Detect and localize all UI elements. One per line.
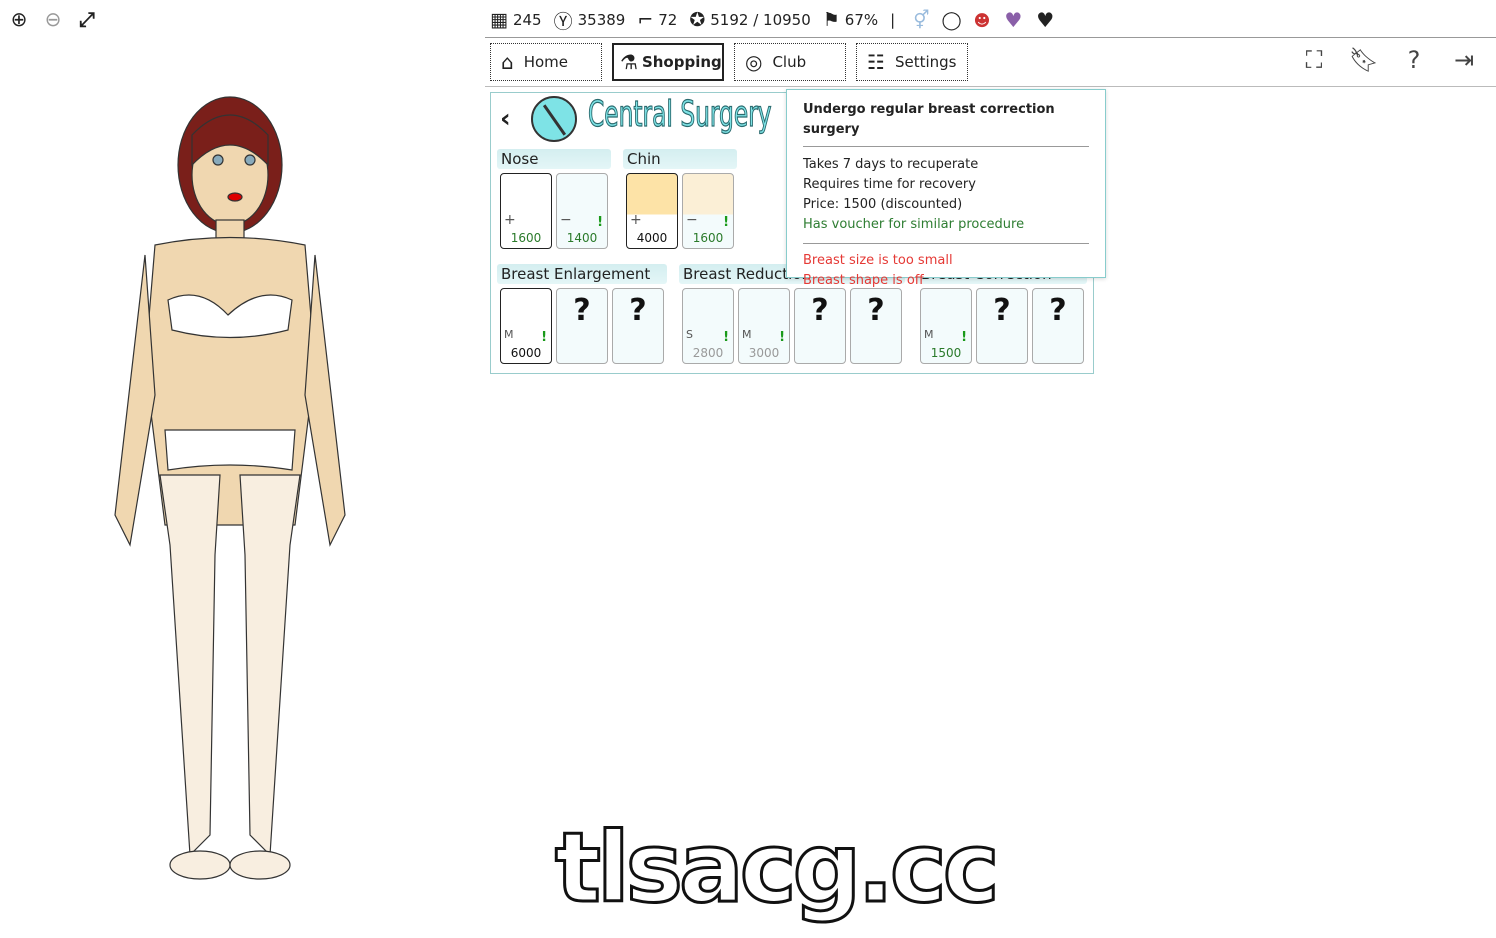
locked-card[interactable]: ? [976,288,1028,364]
main-nav: ⌂ Home ⚗ Shopping ◎ Club ☷ Settings [490,43,968,81]
money-counter: 35389 [577,11,626,29]
status-bar: ▦ 245 Ⓨ 35389 ⌐ 72 ✪ 5192 / 10950 ⚑ 67% | ⚥ ◯… [490,6,1054,34]
face-status-icon[interactable]: ☻ [974,11,991,30]
club-button[interactable]: ◎ Club [734,43,846,81]
fullscreen-icon[interactable]: ⤢ [74,6,100,32]
chin-reduce-card[interactable]: −! 1600 [682,173,734,249]
locked-card[interactable]: ? [850,288,902,364]
question-icon: ? [629,293,647,328]
divider [485,37,1496,38]
progress-percent: 67% [844,11,879,29]
size-label: M [504,328,514,341]
locked-card[interactable]: ? [556,288,608,364]
back-button[interactable]: ‹ [500,104,511,134]
nose-enlarge-card[interactable]: +1600 [500,173,552,249]
price: 4000 [636,231,668,245]
minus-icon: − [560,212,572,228]
size-label: M [742,328,752,341]
breast-correct-m-card[interactable]: M! 1500 [920,288,972,364]
help-icon[interactable]: ? [1400,45,1428,75]
exit-icon[interactable]: ⇥ [1450,45,1478,75]
shopping-label: Shopping [641,53,722,71]
question-icon: ? [867,293,885,328]
minus-icon: − [686,212,698,228]
level-counter: 72 [658,11,678,29]
black-heart-icon[interactable]: ♥ [1036,8,1054,32]
breast-enlarge-m-card[interactable]: M! 6000 [500,288,552,364]
alert-icon: ! [597,215,603,230]
scalpel-logo-icon [531,96,577,142]
reputation-counter: 5192 / 10950 [710,11,811,29]
price: 6000 [510,346,542,360]
gender-icon[interactable]: ⚥ [913,10,929,31]
zoom-out-icon[interactable]: ⊖ [40,6,66,32]
toolbar-right: ⛶ 🔖︎ ? ⇥ [1300,45,1478,75]
shopping-icon: ⚗ [620,50,638,74]
section-nose: Nose [497,149,611,169]
bookmark-icon[interactable]: 🔖︎ [1349,45,1379,75]
question-icon: ? [573,293,591,328]
tooltip-warning: Breast size is too small [803,253,953,268]
alert-icon: ! [541,330,547,345]
calendar-icon: ▦ [490,9,508,31]
locked-card[interactable]: ? [612,288,664,364]
house-icon: ⌂ [501,50,514,74]
purple-heart-icon[interactable]: ♥ [1004,8,1022,32]
tooltip-voucher: Has voucher for similar procedure [803,217,1025,232]
question-icon: ? [993,293,1011,328]
question-icon: ? [1049,293,1067,328]
size-label: S [686,328,693,341]
star-bubble-icon: ✪ [689,9,706,31]
zoom-controls: ⊕ ⊖ ⤢ [6,6,100,32]
settings-button[interactable]: ☷ Settings [856,43,968,81]
locked-card[interactable]: ? [1032,288,1084,364]
currency-icon: Ⓨ [553,10,573,33]
question-icon: ? [811,293,829,328]
home-label: Home [523,53,568,71]
tooltip-line: Requires time for recovery [803,177,976,192]
separator: | [890,11,896,29]
alert-icon: ! [723,330,729,345]
plus-icon: + [630,212,642,228]
zoom-in-icon[interactable]: ⊕ [6,6,32,32]
settings-label: Settings [894,53,957,71]
nose-reduce-card[interactable]: −! 1400 [556,173,608,249]
alert-icon: ! [779,330,785,345]
locked-card[interactable]: ? [794,288,846,364]
size-label: M [924,328,934,341]
days-counter: 245 [512,11,542,29]
stairs-icon: ⌐ [637,9,654,31]
head-icon[interactable]: ◯ [941,10,961,31]
price: 1500 [930,346,962,360]
plus-icon: + [504,212,516,228]
tooltip-title: Undergo regular breast correction surger… [803,100,1089,147]
home-button[interactable]: ⌂ Home [490,43,602,81]
divider [485,86,1496,87]
alert-icon: ! [961,330,967,345]
price: 1600 [692,231,724,245]
section-chin: Chin [623,149,737,169]
chin-enlarge-card[interactable]: +4000 [626,173,678,249]
section-breast-enlargement: Breast Enlargement [497,264,667,284]
webcam-icon: ◎ [745,50,763,74]
checkered-flag-icon: ⚑ [822,9,840,31]
alert-icon: ! [723,215,729,230]
price: 2800 [692,346,724,360]
breast-reduce-s-card[interactable]: S! 2800 [682,288,734,364]
price: 1400 [566,231,598,245]
tooltip-price: Price: 1500 (discounted) [803,197,963,212]
divider [803,243,1089,244]
price: 3000 [748,346,780,360]
tooltip: Undergo regular breast correction surger… [786,89,1106,288]
tooltip-line: Takes 7 days to recuperate [803,157,979,172]
breast-reduce-m-card[interactable]: M! 3000 [738,288,790,364]
character-figure [114,96,346,880]
fit-screen-icon[interactable]: ⛶ [1300,45,1328,75]
watermark: tlsacg.cc [554,811,1002,926]
shopping-button[interactable]: ⚗ Shopping [612,43,724,81]
tooltip-warning: Breast shape is off [803,273,924,288]
price: 1600 [510,231,542,245]
checklist-icon: ☷ [867,50,885,74]
club-label: Club [772,53,807,71]
